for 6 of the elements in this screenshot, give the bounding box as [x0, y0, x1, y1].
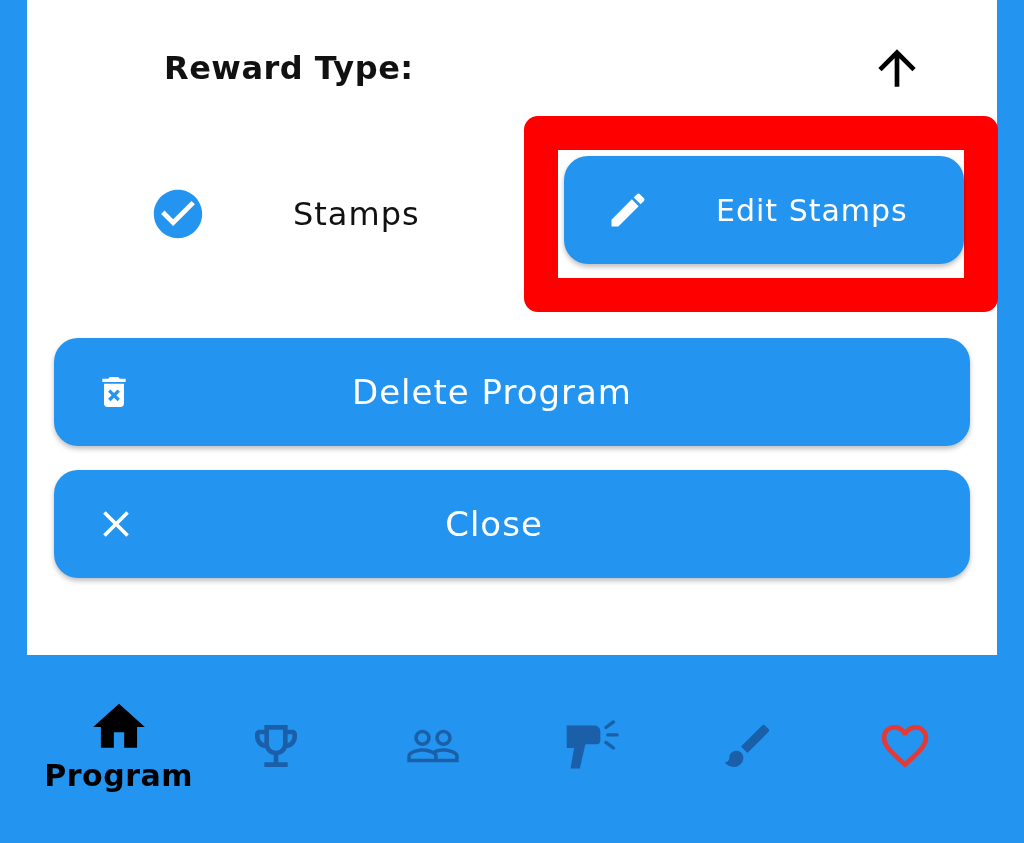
close-button[interactable]: Close — [54, 470, 970, 578]
option-label: Stamps — [293, 195, 420, 233]
section-title: Reward Type: — [164, 49, 414, 87]
edit-stamps-button[interactable]: Edit Stamps — [564, 156, 964, 264]
delete-button[interactable]: Delete Program — [54, 338, 970, 446]
nav-tab[interactable]: Program — [40, 695, 198, 793]
